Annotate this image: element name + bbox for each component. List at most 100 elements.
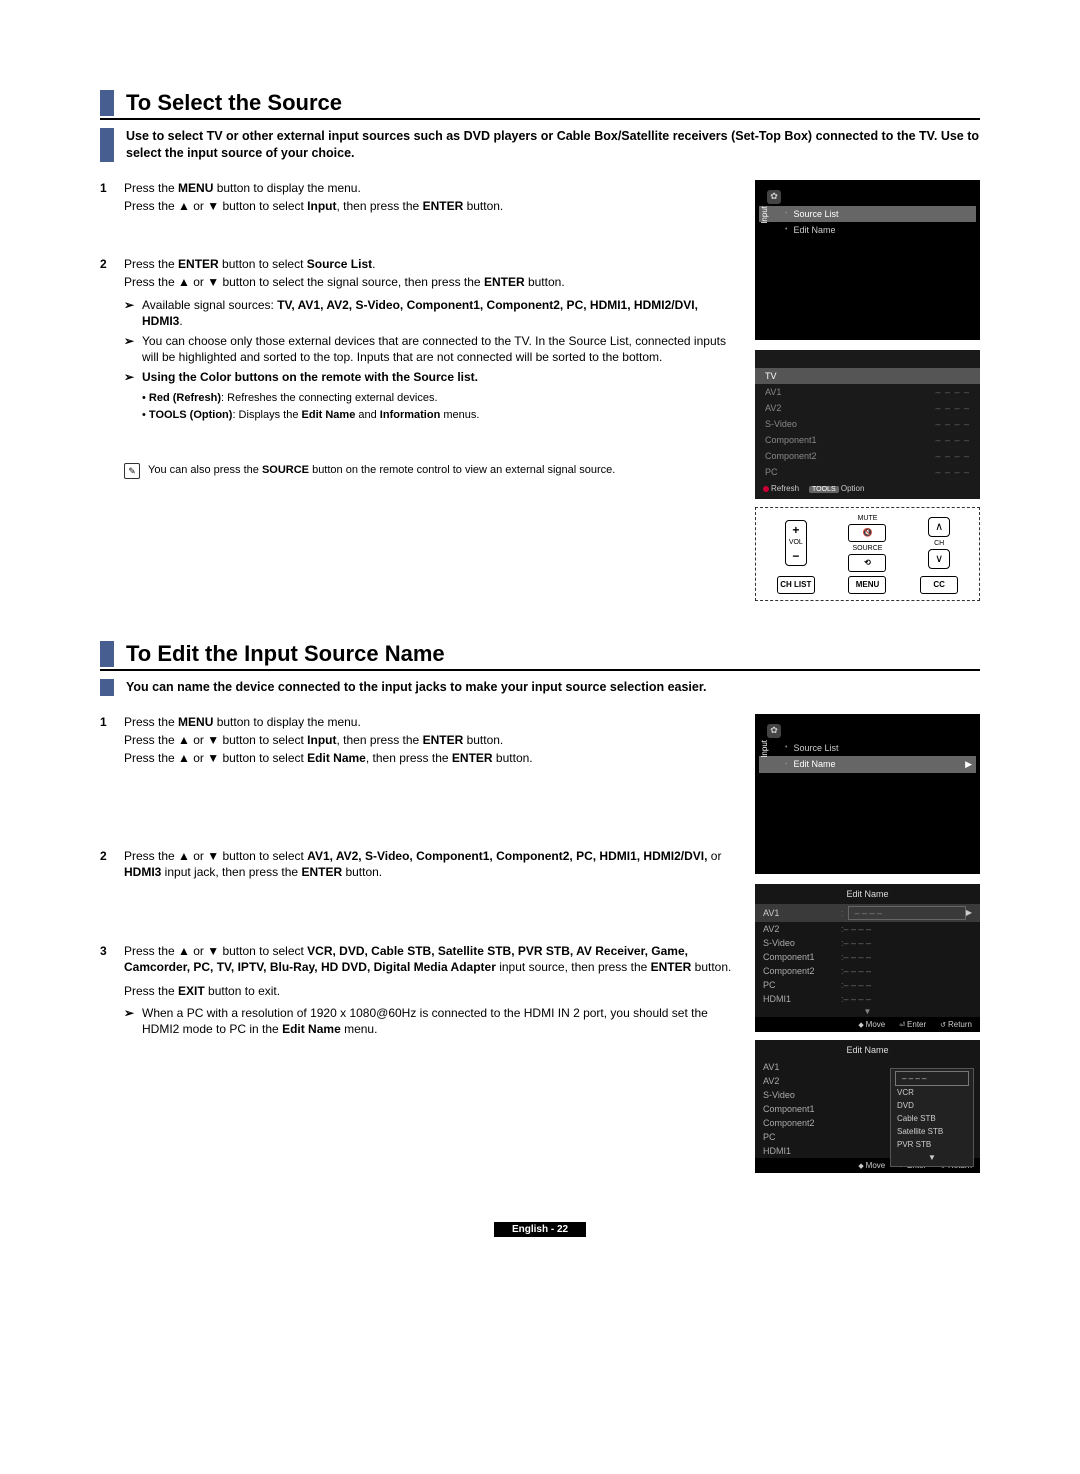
source-item-component1[interactable]: Component1– – – – — [755, 432, 980, 448]
step-2-edit: 2 Press the ▲ or ▼ button to select AV1,… — [100, 848, 737, 882]
steps-column: 1 Press the MENU button to display the m… — [100, 180, 737, 501]
popup-satellite-stb[interactable]: Satellite STB — [891, 1125, 973, 1138]
mark-icon: ➢ — [124, 369, 142, 385]
chevron-right-icon: ▶ — [965, 759, 972, 770]
bullet-tools-option: • TOOLS (Option): Displays the Edit Name… — [142, 408, 737, 423]
nav-move: Move — [858, 1020, 885, 1029]
tv-edit-name-popup: Edit Name AV1 AV2 S-Video Component1 Com… — [755, 1040, 980, 1158]
source-item-svideo[interactable]: S-Video– – – – — [755, 416, 980, 432]
sub-color-buttons: ➢ Using the Color buttons on the remote … — [124, 369, 737, 385]
s2-step3-l2: Press the EXIT button to exit. — [124, 983, 737, 999]
step-2: 2 Press the ENTER button to select Sourc… — [100, 256, 737, 479]
screenshots-column: ✿ Input •Source List •Edit Name TV AV1– … — [755, 180, 980, 601]
source-item-av2[interactable]: AV2– – – – — [755, 400, 980, 416]
name-picker-popup: – – – – VCR DVD Cable STB Satellite STB … — [890, 1068, 974, 1167]
menu-item-edit-name[interactable]: •Edit Name▶ — [759, 756, 976, 773]
gear-icon: ✿ — [767, 724, 781, 738]
mark-icon: ➢ — [124, 1005, 142, 1037]
chlist-button[interactable]: CH LIST — [777, 576, 815, 594]
s2-step1-l2: Press the ▲ or ▼ button to select Input,… — [124, 732, 737, 748]
step-1: 1 Press the MENU button to display the m… — [100, 180, 737, 216]
menu-item-source-list[interactable]: •Source List — [759, 206, 976, 222]
source-item-tv[interactable]: TV — [755, 368, 980, 384]
heading-row: To Select the Source — [100, 90, 980, 120]
menu-item-edit-name[interactable]: •Edit Name — [759, 222, 976, 238]
s2-step3-l1: Press the ▲ or ▼ button to select VCR, D… — [124, 943, 737, 975]
source-list-footer: Refresh TOOLS Option — [755, 480, 980, 495]
edit-row-av1[interactable]: AV1: – – – –▶ — [755, 904, 980, 922]
sub-pc-hdmi2: ➢ When a PC with a resolution of 1920 x … — [124, 1005, 737, 1037]
s2-step1-l3: Press the ▲ or ▼ button to select Edit N… — [124, 750, 737, 766]
edit-row-hdmi1[interactable]: HDMI1: – – – – — [755, 992, 980, 1006]
mute-label: MUTE — [858, 515, 878, 522]
intro-edit-name: You can name the device connected to the… — [100, 679, 980, 696]
section-edit-input-name: To Edit the Input Source Name You can na… — [100, 641, 980, 1181]
refresh-hint: Refresh — [763, 484, 799, 493]
chevron-right-icon: ▶ — [966, 908, 972, 917]
scroll-down-icon: ▼ — [755, 1006, 980, 1017]
screenshots-column-2: ✿ Input •Source List •Edit Name▶ Edit Na… — [755, 714, 980, 1181]
side-tab-input: Input — [759, 204, 770, 226]
source-button[interactable]: ⟲ — [848, 554, 886, 572]
tv-edit-name-list: Edit Name AV1: – – – –▶ AV2: – – – – S-V… — [755, 884, 980, 1017]
source-item-av1[interactable]: AV1– – – – — [755, 384, 980, 400]
source-item-pc[interactable]: PC– – – – — [755, 464, 980, 480]
nav-bar-1: Move Enter Return — [755, 1017, 980, 1032]
edit-row-svideo[interactable]: S-Video: – – – – — [755, 936, 980, 950]
step-num: 3 — [100, 943, 124, 1042]
popup-dvd[interactable]: DVD — [891, 1099, 973, 1112]
popup-more-icon: ▼ — [891, 1151, 973, 1164]
popup-pvr-stb[interactable]: PVR STB — [891, 1138, 973, 1151]
ch-up-button[interactable]: ∧ — [928, 517, 950, 537]
sub-available-sources: ➢ Available signal sources: TV, AV1, AV2… — [124, 297, 737, 329]
edit-row-component2[interactable]: Component2: – – – – — [755, 964, 980, 978]
remote-diagram: + VOL − MUTE 🔇 SOURCE ⟲ ∧ — [755, 507, 980, 601]
edit-name-title: Edit Name — [755, 884, 980, 904]
popup-dash[interactable]: – – – – — [895, 1071, 969, 1086]
step1-line2: Press the ▲ or ▼ button to select Input,… — [124, 198, 737, 214]
edit-name-title: Edit Name — [755, 1040, 980, 1060]
option-hint: TOOLS Option — [809, 484, 864, 493]
side-tab-input: Input — [759, 738, 770, 760]
edit-row-pc[interactable]: PC: – – – – — [755, 978, 980, 992]
step-num: 1 — [100, 714, 124, 769]
source-item-component2[interactable]: Component2– – – – — [755, 448, 980, 464]
vol-rocker[interactable]: + VOL − — [785, 520, 807, 566]
section-select-source: To Select the Source Use to select TV or… — [100, 90, 980, 601]
mute-button[interactable]: 🔇 — [848, 524, 886, 542]
ch-label: CH — [934, 540, 944, 547]
edit-row-component1[interactable]: Component1: – – – – — [755, 950, 980, 964]
ch-down-button[interactable]: ∨ — [928, 549, 950, 569]
gear-icon: ✿ — [767, 190, 781, 204]
mark-icon: ➢ — [124, 333, 142, 365]
step-num: 1 — [100, 180, 124, 216]
page-number: English - 22 — [494, 1222, 586, 1237]
step2-line1: Press the ENTER button to select Source … — [124, 256, 737, 272]
step-1-edit: 1 Press the MENU button to display the m… — [100, 714, 737, 769]
heading-edit-name: To Edit the Input Source Name — [100, 641, 980, 667]
edit-row-av2[interactable]: AV2: – – – – — [755, 922, 980, 936]
cc-button[interactable]: CC — [920, 576, 958, 594]
step-3-edit: 3 Press the ▲ or ▼ button to select VCR,… — [100, 943, 737, 1042]
step-num: 2 — [100, 256, 124, 479]
step1-line1: Press the MENU button to display the men… — [124, 180, 737, 196]
nav-enter: Enter — [899, 1020, 926, 1029]
s2-step1-l1: Press the MENU button to display the men… — [124, 714, 737, 730]
tv-menu-input: ✿ Input •Source List •Edit Name — [755, 180, 980, 340]
bullet-red-refresh: • Red (Refresh): Refreshes the connectin… — [142, 391, 737, 406]
tv-menu-input-editname: ✿ Input •Source List •Edit Name▶ — [755, 714, 980, 874]
popup-cable-stb[interactable]: Cable STB — [891, 1112, 973, 1125]
menu-item-source-list[interactable]: •Source List — [759, 740, 976, 756]
menu-button[interactable]: MENU — [848, 576, 886, 594]
note-source-button: ✎ You can also press the SOURCE button o… — [124, 463, 737, 479]
heading-select-source: To Select the Source — [100, 90, 980, 116]
source-list-title — [755, 350, 980, 368]
note-icon: ✎ — [124, 463, 140, 479]
heading-row: To Edit the Input Source Name — [100, 641, 980, 671]
nav-move: Move — [858, 1161, 885, 1170]
popup-vcr[interactable]: VCR — [891, 1086, 973, 1099]
mark-icon: ➢ — [124, 297, 142, 329]
tv-source-list: TV AV1– – – – AV2– – – – S-Video– – – – … — [755, 350, 980, 499]
sub-choose-only-connected: ➢ You can choose only those external dev… — [124, 333, 737, 365]
s2-step2-l1: Press the ▲ or ▼ button to select AV1, A… — [124, 848, 737, 880]
